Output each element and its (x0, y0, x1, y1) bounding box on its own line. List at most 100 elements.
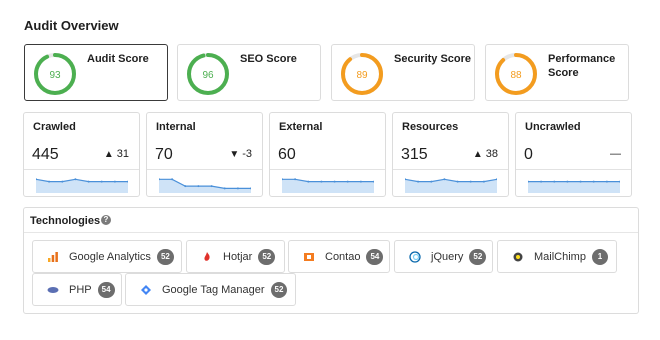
internal-value: 70 (155, 146, 173, 163)
sparkline-point (333, 180, 336, 183)
crawled-card[interactable]: Crawled 445 ▲ 31 (23, 112, 140, 197)
internal-sparkline (159, 178, 251, 193)
audit-score-card[interactable]: 93 Audit Score (24, 44, 168, 101)
tech-chip-label: jQuery (431, 250, 464, 263)
seo-score-value: 96 (202, 70, 214, 81)
sparkline-area (528, 181, 620, 193)
sparkline-point (210, 185, 213, 188)
divider (516, 169, 631, 170)
tech-chip-google-tag-manager[interactable]: Google Tag Manager 52 (125, 273, 296, 306)
tech-chip-label: Hotjar (223, 250, 253, 263)
google-analytics-icon (48, 251, 58, 262)
tech-chip-count: 52 (156, 248, 174, 265)
crawled-label: Crawled (33, 121, 76, 133)
php-icon (47, 286, 59, 293)
tech-chip-php[interactable]: PHP 54 (32, 273, 122, 306)
sparkline-point (605, 180, 608, 183)
performance-score-label: Performance Score (548, 53, 616, 79)
sparkline-point (456, 180, 459, 183)
divider (393, 169, 508, 170)
seo-score-ring: 96 (187, 53, 229, 95)
tech-chip-label: PHP (69, 283, 92, 296)
audit-score-ring: 93 (34, 53, 76, 95)
question-circle-icon[interactable]: ? (101, 215, 111, 225)
internal-card[interactable]: Internal 70 ▼ -3 (146, 112, 263, 197)
sparkline-point (171, 178, 174, 181)
uncrawled-card[interactable]: Uncrawled 0 — (515, 112, 632, 197)
technologies-panel: Technologies ? Google Analytics 52 Hotja… (23, 207, 639, 314)
sparkline-point (579, 180, 582, 183)
external-sparkline (282, 178, 374, 193)
divider (24, 232, 638, 233)
seo-score-card[interactable]: 96 SEO Score (177, 44, 321, 101)
hotjar-icon (204, 251, 210, 261)
internal-delta: ▼ -3 (229, 148, 252, 160)
uncrawled-sparkline (528, 180, 620, 193)
sparkline-point (48, 180, 51, 183)
sparkline-point (100, 180, 103, 183)
audit-score-label: Audit Score (87, 53, 149, 65)
security-score-card[interactable]: 89 Security Score (331, 44, 475, 101)
resources-delta-value: 38 (485, 148, 498, 160)
technologies-title: Technologies (30, 215, 101, 227)
internal-delta-value: -3 (242, 148, 252, 160)
crawled-delta: ▲ 31 (104, 148, 129, 160)
performance-score-card[interactable]: 88 Performance Score (485, 44, 629, 101)
sparkline-point (592, 180, 595, 183)
tech-chip-count: 54 (366, 248, 384, 265)
crawled-sparkline (36, 178, 128, 193)
tech-chip-label: MailChimp (534, 250, 586, 263)
tech-chip-google-analytics[interactable]: Google Analytics 52 (32, 240, 182, 273)
arrow-down-icon: ▼ (229, 149, 240, 160)
external-label: External (279, 121, 323, 133)
sparkline-point (482, 180, 485, 183)
tech-chip-count: 54 (97, 281, 115, 298)
sparkline-point (236, 187, 239, 190)
sparkline-point (430, 180, 433, 183)
sparkline-point (346, 180, 349, 183)
tech-chip-hotjar[interactable]: Hotjar 52 (186, 240, 285, 273)
uncrawled-delta: — (610, 148, 621, 160)
tech-chip-count: 52 (270, 281, 288, 298)
resources-card[interactable]: Resources 315 ▲ 38 (392, 112, 509, 197)
sparkline-point (74, 178, 77, 181)
sparkline-point (566, 180, 569, 183)
resources-delta: ▲ 38 (473, 148, 498, 160)
arrow-up-icon: ▲ (472, 149, 483, 160)
security-score-label: Security Score (394, 53, 472, 65)
sparkline-point (320, 180, 323, 183)
sparkline-point (540, 180, 543, 183)
divider (270, 169, 385, 170)
external-value: 60 (278, 146, 296, 163)
tech-chip-contao[interactable]: Contao 54 (288, 240, 390, 273)
sparkline-point (113, 180, 116, 183)
sparkline-point (307, 180, 310, 183)
sparkline-point (197, 185, 200, 188)
crawled-value: 445 (32, 146, 59, 163)
sparkline-point (294, 178, 297, 181)
resources-sparkline (405, 178, 497, 193)
internal-label: Internal (156, 121, 196, 133)
security-score-ring: 89 (341, 53, 383, 95)
tech-chip-count: 52 (469, 248, 487, 265)
divider (147, 169, 262, 170)
resources-label: Resources (402, 121, 459, 133)
divider (24, 169, 139, 170)
tech-chip-jquery[interactable]: jQuery 52 (394, 240, 493, 273)
seo-score-label: SEO Score (240, 53, 297, 65)
crawled-delta-value: 31 (116, 148, 129, 160)
sparkline-point (553, 180, 556, 183)
tech-chip-mailchimp[interactable]: MailChimp 1 (497, 240, 617, 273)
sparkline-point (359, 180, 362, 183)
tech-chip-count: 52 (258, 248, 276, 265)
sparkline-point (443, 178, 446, 181)
performance-score-value: 88 (510, 70, 522, 81)
contao-icon (304, 252, 314, 261)
uncrawled-label: Uncrawled (525, 121, 581, 133)
uncrawled-value: 0 (524, 146, 533, 163)
external-card[interactable]: External 60 (269, 112, 386, 197)
tech-chip-count: 1 (591, 248, 608, 265)
tech-chip-label: Google Analytics (69, 250, 151, 263)
security-score-value: 89 (356, 70, 368, 81)
sparkline-point (87, 180, 90, 183)
